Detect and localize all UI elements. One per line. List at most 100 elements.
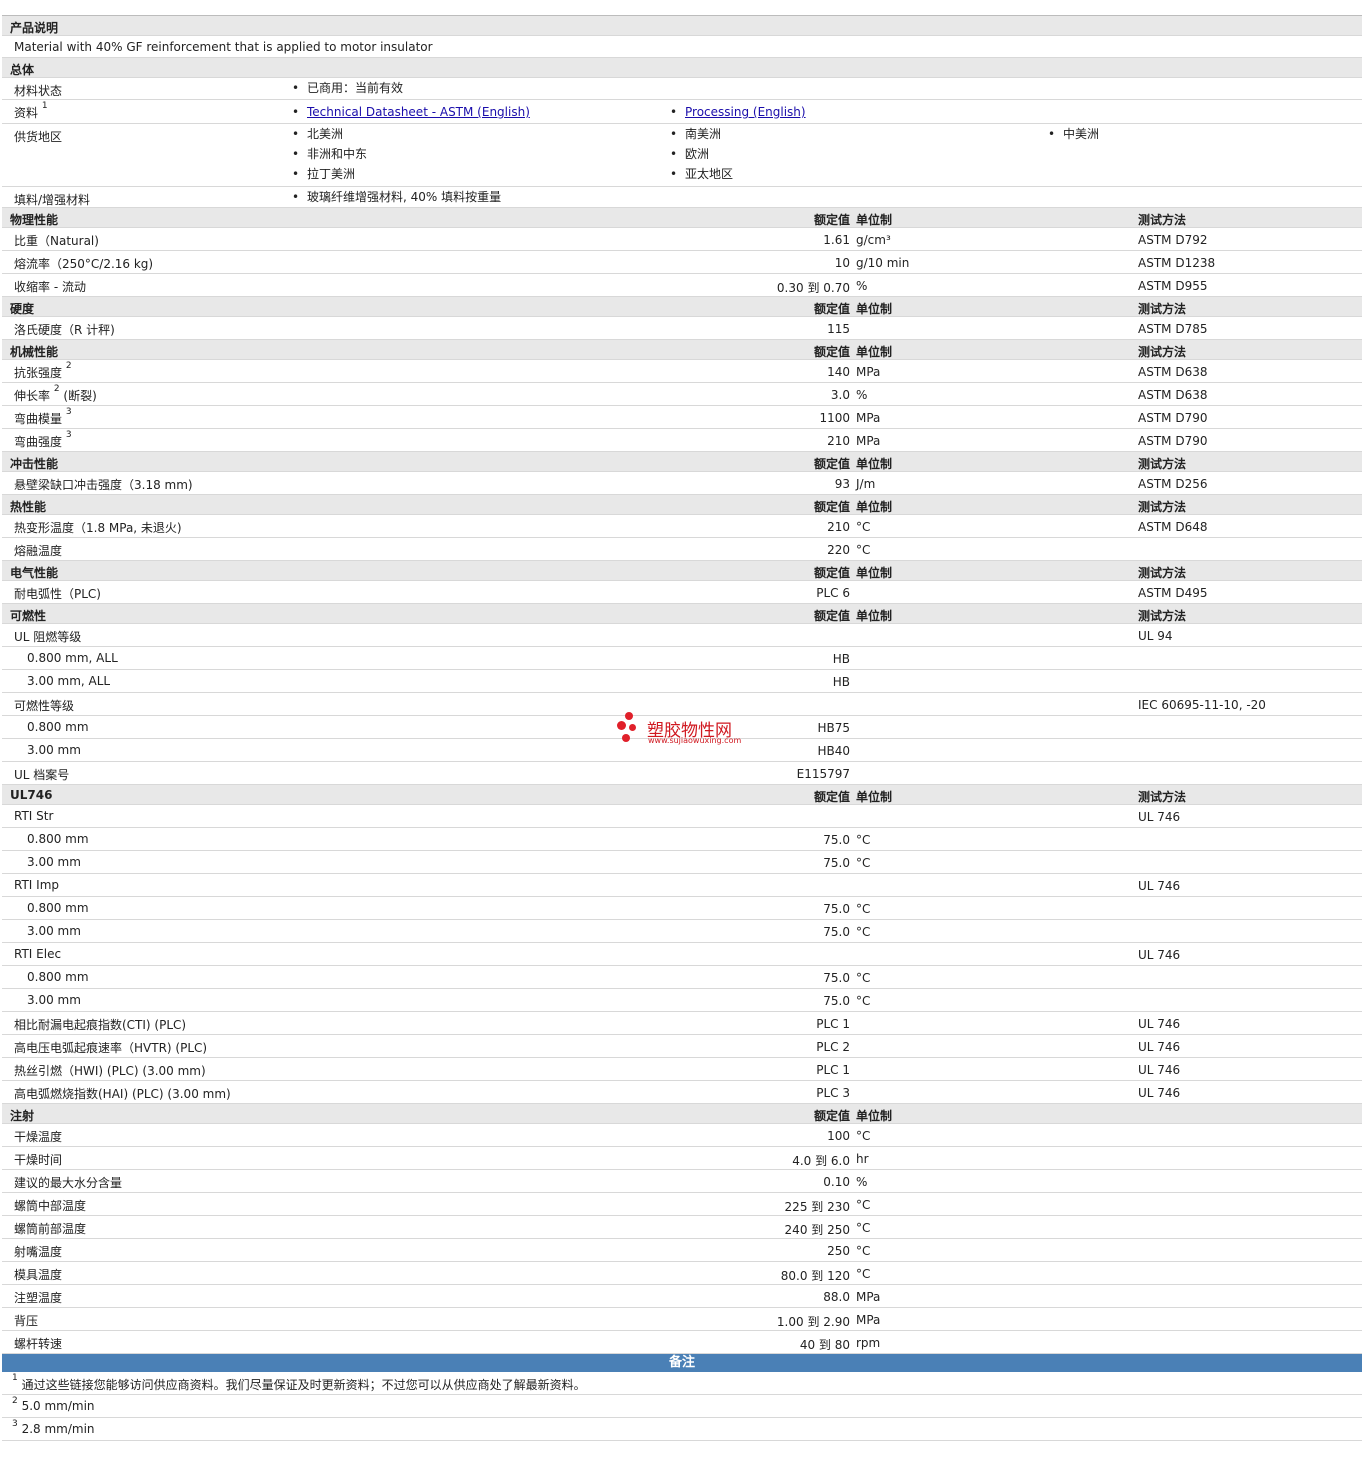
watermark-url: www.sujiaowuxing.com bbox=[648, 736, 742, 745]
processing-link[interactable]: Processing (English) bbox=[685, 105, 806, 119]
property-row: 背压 1.00 到 2.90 MPa bbox=[2, 1308, 1362, 1331]
documents-row: 资料 1 Technical Datasheet - ASTM (English… bbox=[2, 100, 1362, 124]
footnote-ref: 3 bbox=[65, 430, 72, 440]
region-item: 亚太地区 bbox=[670, 164, 733, 184]
property-name: 相比耐漏电起痕指数(CTI) (PLC) bbox=[14, 1018, 187, 1032]
property-value: 1100 bbox=[819, 411, 850, 425]
footnote-ref: 1 bbox=[41, 101, 48, 111]
property-value: 140 bbox=[827, 365, 850, 379]
docs-label: 资料 bbox=[14, 106, 39, 120]
test-method-column-header: 测试方法 bbox=[1138, 457, 1187, 471]
unit-column-header: 单位制 bbox=[856, 302, 893, 316]
property-row: 螺筒中部温度 225 到 230 °C bbox=[2, 1193, 1362, 1216]
property-row: 3.00 mm, ALL HB bbox=[2, 670, 1362, 693]
test-method: UL 746 bbox=[1138, 1086, 1181, 1100]
property-label: 弯曲模量 3 bbox=[14, 407, 72, 427]
property-name: 注塑温度 bbox=[14, 1291, 63, 1305]
region-item: 非洲和中东 bbox=[292, 144, 367, 164]
unit-column-header: 单位制 bbox=[856, 566, 893, 580]
test-method: ASTM D1238 bbox=[1138, 256, 1216, 270]
property-label: 熔流率（250°C/2.16 kg) bbox=[14, 255, 153, 272]
technical-datasheet-link[interactable]: Technical Datasheet - ASTM (English) bbox=[307, 105, 530, 119]
property-value: PLC 3 bbox=[816, 1086, 850, 1100]
region-list-2: 南美洲 欧洲 亚太地区 bbox=[670, 124, 733, 184]
doc-list-1: Technical Datasheet - ASTM (English) bbox=[292, 102, 530, 122]
property-name: 熔流率（250°C/2.16 kg) bbox=[14, 257, 154, 271]
property-row: 高电弧燃烧指数(HAI) (PLC) (3.00 mm) PLC 3 UL 746 bbox=[2, 1081, 1362, 1104]
property-name: 熔融温度 bbox=[14, 544, 63, 558]
note-row: 3 2.8 mm/min bbox=[2, 1418, 1362, 1441]
property-name: 射嘴温度 bbox=[14, 1245, 63, 1259]
property-unit: °C bbox=[856, 902, 871, 916]
property-value: E115797 bbox=[796, 767, 850, 781]
property-name: 伸长率 bbox=[14, 389, 51, 403]
property-row: 洛氏硬度（R 计秤) 115 ASTM D785 bbox=[2, 317, 1362, 340]
property-label: 弯曲强度 3 bbox=[14, 430, 72, 450]
property-name: 3.00 mm bbox=[27, 924, 81, 938]
property-label: 注塑温度 bbox=[14, 1289, 62, 1306]
section-header-thermal: 热性能 额定值 单位制 测试方法 bbox=[2, 495, 1362, 515]
property-label: 相比耐漏电起痕指数(CTI) (PLC) bbox=[14, 1016, 186, 1033]
value-column-header: 额定值 bbox=[813, 302, 850, 316]
property-label: 伸长率 2 (断裂) bbox=[14, 384, 97, 404]
property-unit: °C bbox=[856, 1267, 871, 1281]
region-item: 欧洲 bbox=[670, 144, 733, 164]
property-name: RTI Imp bbox=[14, 878, 59, 892]
property-name: 3.00 mm bbox=[27, 855, 81, 869]
property-value: HB bbox=[832, 652, 850, 666]
property-name: 0.800 mm bbox=[27, 720, 89, 734]
property-unit: °C bbox=[856, 1244, 871, 1258]
test-method: UL 746 bbox=[1138, 1017, 1181, 1031]
property-unit: °C bbox=[856, 1221, 871, 1235]
filler-row: 填料/增强材料 玻璃纤维增强材料, 40% 填料按重量 bbox=[2, 187, 1362, 208]
property-label: RTI Str bbox=[14, 809, 53, 823]
property-row: RTI Elec UL 746 bbox=[2, 943, 1362, 966]
property-unit: MPa bbox=[856, 1313, 881, 1327]
test-method-column-header: 测试方法 bbox=[1138, 609, 1187, 623]
property-unit: g/cm³ bbox=[856, 233, 891, 247]
property-row: 注塑温度 88.0 MPa bbox=[2, 1285, 1362, 1308]
property-unit: °C bbox=[856, 1129, 871, 1143]
property-row: 伸长率 2 (断裂) 3.0% ASTM D638 bbox=[2, 383, 1362, 406]
property-unit: °C bbox=[856, 994, 871, 1008]
note-content: 通过这些链接您能够访问供应商资料。我们尽量保证及时更新资料；不过您可以从供应商处… bbox=[21, 1378, 586, 1392]
section-title: 总体 bbox=[10, 63, 35, 77]
property-unit: °C bbox=[856, 1198, 871, 1212]
property-row: 螺杆转速 40 到 80 rpm bbox=[2, 1331, 1362, 1354]
note-row: 1 通过这些链接您能够访问供应商资料。我们尽量保证及时更新资料；不过您可以从供应… bbox=[2, 1372, 1362, 1395]
property-row: 热变形温度（1.8 MPa, 未退火) 210 °C ASTM D648 bbox=[2, 515, 1362, 538]
property-value: 75.0 bbox=[823, 994, 850, 1008]
test-method: UL 746 bbox=[1138, 948, 1181, 962]
property-name: 0.800 mm, ALL bbox=[27, 651, 118, 665]
row-label: 供货地区 bbox=[14, 130, 63, 144]
property-label: 0.800 mm bbox=[27, 720, 89, 734]
property-unit: MPa bbox=[856, 365, 881, 379]
property-value: PLC 1 bbox=[816, 1017, 850, 1031]
property-label: RTI Elec bbox=[14, 947, 61, 961]
test-method: UL 746 bbox=[1138, 1040, 1181, 1054]
note-row: 2 5.0 mm/min bbox=[2, 1395, 1362, 1418]
property-row: 3.00 mm 75.0 °C bbox=[2, 920, 1362, 943]
property-value: 75.0 bbox=[823, 833, 850, 847]
property-value: 75.0 bbox=[823, 902, 850, 916]
property-name: 背压 bbox=[14, 1314, 39, 1328]
section-header-physical: 物理性能 额定值 单位制 测试方法 bbox=[2, 208, 1362, 228]
section-title: 可燃性 bbox=[10, 609, 47, 623]
property-row: UL 档案号 E115797 bbox=[2, 762, 1362, 785]
unit-column-header: 单位制 bbox=[856, 609, 893, 623]
test-method: ASTM D792 bbox=[1138, 233, 1208, 247]
doc-item: Processing (English) bbox=[670, 102, 806, 122]
footnote-marker: 1 bbox=[12, 1373, 18, 1383]
property-value: 10 bbox=[834, 256, 850, 270]
property-value: 250 bbox=[827, 1244, 850, 1258]
notes-header: 备注 bbox=[2, 1354, 1362, 1372]
property-value: PLC 2 bbox=[816, 1040, 850, 1054]
property-label: 3.00 mm bbox=[27, 743, 81, 757]
property-value: 1.00 到 2.90 bbox=[776, 1315, 850, 1329]
test-method: UL 746 bbox=[1138, 1063, 1181, 1077]
property-value: 88.0 bbox=[823, 1290, 850, 1304]
footnote-ref: 2 bbox=[65, 361, 72, 371]
section-header-mechanical: 机械性能 额定值 单位制 测试方法 bbox=[2, 340, 1362, 360]
property-label: 悬壁梁缺口冲击强度（3.18 mm) bbox=[14, 476, 193, 493]
test-method: ASTM D256 bbox=[1138, 477, 1208, 491]
